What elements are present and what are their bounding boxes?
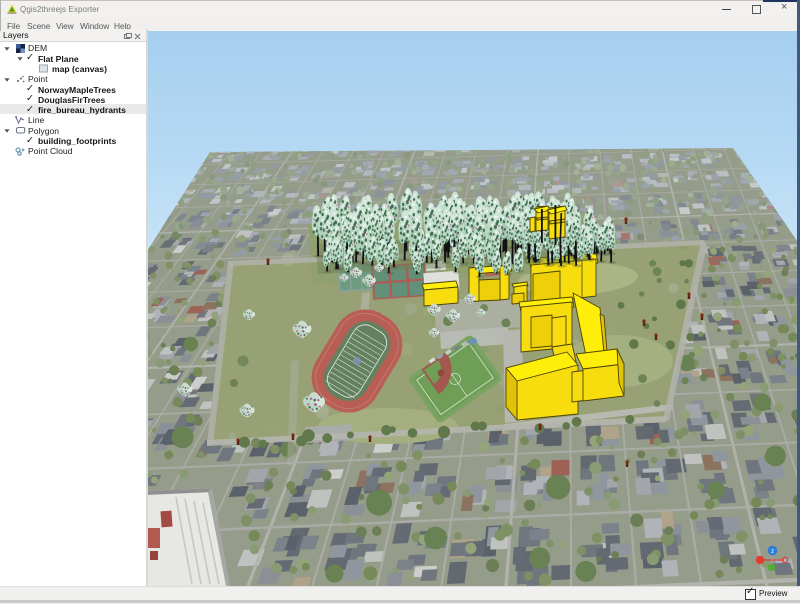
svg-text:z: z: [771, 548, 774, 555]
